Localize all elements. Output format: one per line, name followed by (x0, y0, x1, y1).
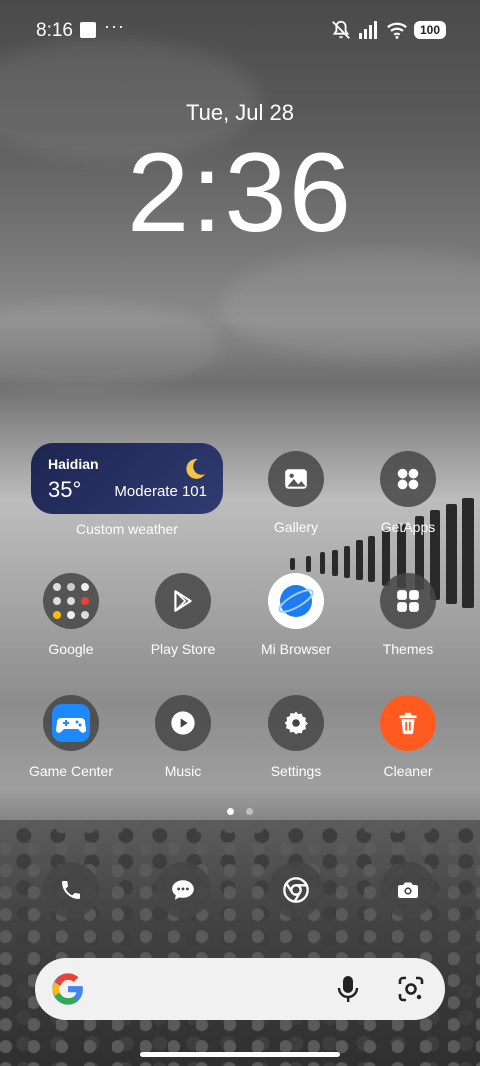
app-label: Cleaner (383, 763, 433, 779)
google-search-bar[interactable] (35, 958, 445, 1020)
play-store-icon (155, 573, 211, 629)
signal-icon (359, 21, 377, 39)
weather-widget[interactable]: Haidian 35° Moderate 101 (31, 443, 223, 514)
gallery-icon (268, 451, 324, 507)
weather-city: Haidian (48, 456, 99, 472)
app-settings[interactable]: Settings (240, 695, 352, 779)
settings-gear-icon (268, 695, 324, 751)
moon-icon (186, 458, 205, 479)
weather-temperature: 35° (48, 477, 82, 502)
status-time: 8:16 (36, 20, 73, 41)
app-getapps[interactable]: GetApps (352, 451, 464, 535)
microphone-icon[interactable] (337, 975, 359, 1003)
clock-display[interactable]: 2:36 (0, 128, 480, 258)
dock-chrome[interactable] (240, 862, 352, 918)
weather-widget-label: Custom weather (76, 521, 178, 537)
date-display[interactable]: Tue, Jul 28 (0, 100, 480, 126)
page-dot-active (227, 808, 234, 815)
themes-icon (380, 573, 436, 629)
app-themes[interactable]: Themes (352, 573, 464, 657)
messages-icon (155, 862, 211, 918)
app-label: Google (48, 641, 94, 657)
mi-browser-icon (268, 573, 324, 629)
dock-camera[interactable] (352, 862, 464, 918)
app-label: Gallery (273, 519, 319, 535)
home-indicator[interactable] (140, 1052, 340, 1057)
app-label: Music (164, 763, 202, 779)
app-label: Mi Browser (260, 641, 331, 657)
game-center-icon (43, 695, 99, 751)
dock-messages[interactable] (127, 862, 239, 918)
app-gallery[interactable]: Gallery (240, 451, 352, 535)
notification-square-icon (80, 22, 96, 38)
wifi-icon (387, 22, 407, 39)
app-mi-browser[interactable]: Mi Browser (240, 573, 352, 657)
chrome-icon (268, 862, 324, 918)
app-cleaner[interactable]: Cleaner (352, 695, 464, 779)
battery-indicator: 100 (414, 21, 446, 39)
phone-icon (43, 862, 99, 918)
cleaner-trash-icon (380, 695, 436, 751)
google-lens-icon[interactable] (397, 975, 425, 1003)
status-bar: 8:16 ··· 100 (0, 0, 480, 60)
app-label: Play Store (150, 641, 216, 657)
app-music[interactable]: Music (127, 695, 239, 779)
app-label: Game Center (28, 763, 114, 779)
getapps-icon (380, 451, 436, 507)
google-folder-icon (43, 573, 99, 629)
camera-icon (380, 862, 436, 918)
weather-aqi: Moderate 101 (114, 483, 207, 500)
google-g-icon[interactable] (51, 972, 85, 1006)
app-label: Settings (270, 763, 322, 779)
folder-google[interactable]: Google (15, 573, 127, 657)
music-icon (155, 695, 211, 751)
dock-phone[interactable] (15, 862, 127, 918)
more-notifications-icon: ··· (104, 16, 125, 36)
page-dot (246, 808, 253, 815)
mute-icon (332, 20, 350, 39)
app-label: GetApps (380, 519, 436, 535)
app-label: Themes (382, 641, 434, 657)
app-game-center[interactable]: Game Center (15, 695, 127, 779)
page-indicator[interactable] (0, 808, 480, 815)
app-play-store[interactable]: Play Store (127, 573, 239, 657)
